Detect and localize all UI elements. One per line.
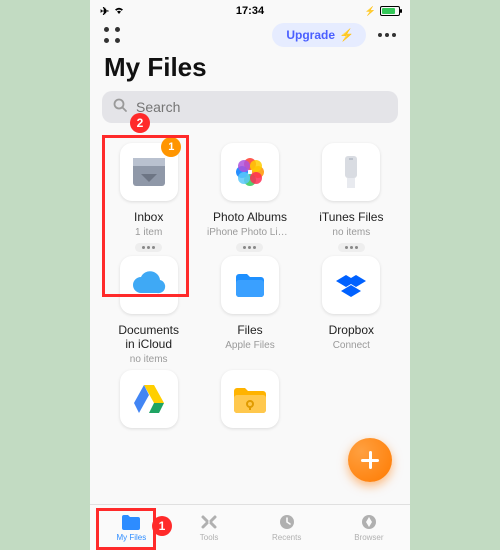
recents-icon [277,513,297,531]
phone-frame: ✈︎ 17:34 ⚡ Upgrade ⚡ My Files 2 [90,0,410,550]
tab-tools[interactable]: Tools [199,513,219,542]
card-name: Files [237,324,262,338]
card-name: Documentsin iCloud [118,324,179,352]
tab-label: Recents [272,533,301,542]
tab-browser[interactable]: Browser [354,513,383,542]
tools-icon [199,513,219,531]
card-name: Dropbox [329,324,374,338]
search-input[interactable] [136,99,388,115]
search-bar[interactable]: 2 [102,91,398,123]
folder-card-photo-albums[interactable]: Photo Albums iPhone Photo Libra... [201,143,298,252]
folder-card-documents-in-icloud[interactable]: Documentsin iCloud no items [100,256,197,366]
card-subtitle: 1 item [135,227,162,239]
status-bar: ✈︎ 17:34 ⚡ [90,0,410,20]
folder-card-itunes-files[interactable]: iTunes Files no items [303,143,400,252]
card-subtitle: no items [332,227,370,239]
more-icon[interactable] [378,33,396,37]
upgrade-label: Upgrade [286,28,335,42]
upgrade-button[interactable]: Upgrade ⚡ [272,23,366,47]
files-icon [221,256,279,314]
folder-card-gdrive[interactable] [100,370,197,466]
charging-icon: ⚡ [365,6,376,17]
app-header: Upgrade ⚡ [90,20,410,50]
folder-card-inbox[interactable]: 1 Inbox 1 item [100,143,197,252]
dropbox-icon [322,256,380,314]
tab-label: Browser [354,533,383,542]
card-name: Photo Albums [213,211,287,225]
itunes-icon [322,143,380,201]
card-more-icon[interactable] [135,243,162,252]
icloud-icon [120,256,178,314]
tab-label: Tools [200,533,219,542]
folder-icon [221,370,279,428]
card-name: iTunes Files [319,211,383,225]
photos-icon [221,143,279,201]
battery-icon [380,6,400,16]
browser-icon [359,513,379,531]
bolt-icon: ⚡ [339,28,354,42]
app-menu-icon[interactable] [104,27,120,43]
card-subtitle: no items [130,354,168,366]
tab-my-files[interactable]: My Files [116,513,146,542]
search-icon [112,97,128,118]
tab-label: My Files [116,533,146,542]
page-title: My Files [90,50,410,91]
wifi-icon [113,5,125,18]
status-time: 17:34 [236,5,264,17]
my-files-icon [121,513,141,531]
airplane-icon: ✈︎ [100,5,109,18]
card-more-icon[interactable] [338,243,365,252]
folder-card-folder[interactable] [201,370,298,466]
gdrive-icon [120,370,178,428]
folder-card-dropbox[interactable]: Dropbox Connect [303,256,400,366]
card-more-icon[interactable] [236,243,263,252]
badge: 1 [161,137,181,157]
card-subtitle: iPhone Photo Libra... [207,227,293,239]
folder-card-files[interactable]: Files Apple Files [201,256,298,366]
card-subtitle: Connect [333,340,370,352]
tab-recents[interactable]: Recents [272,513,301,542]
card-subtitle: Apple Files [225,340,274,352]
add-button[interactable] [348,438,392,482]
card-name: Inbox [134,211,163,225]
tab-bar: My Files Tools Recents Browser [90,504,410,550]
